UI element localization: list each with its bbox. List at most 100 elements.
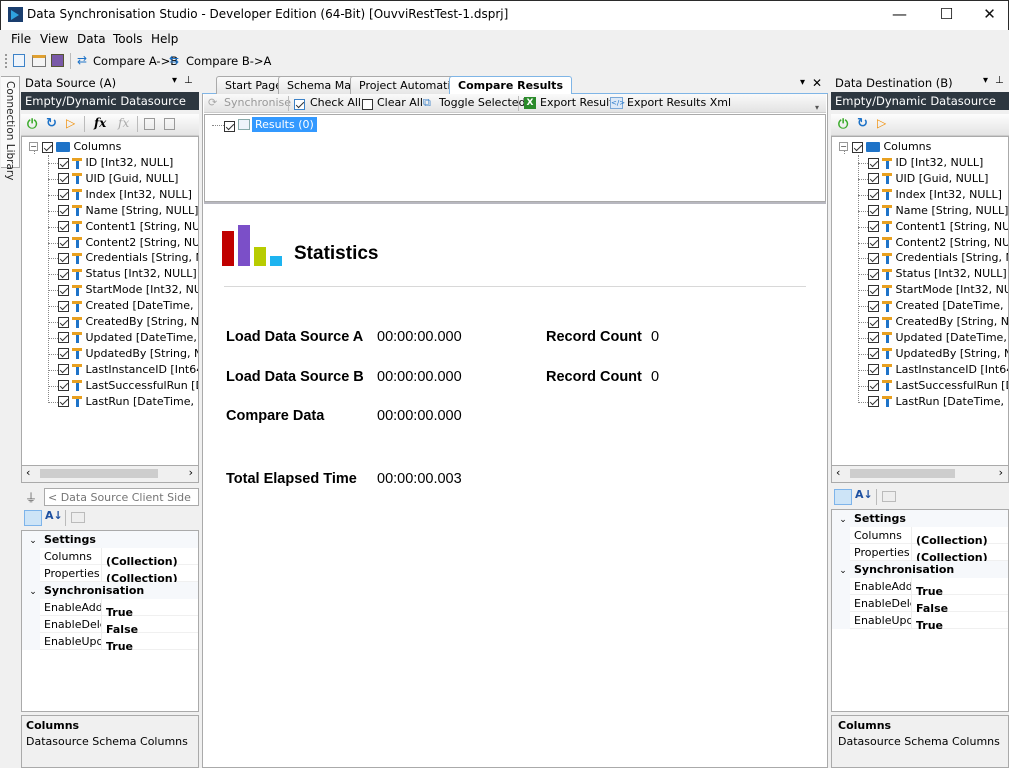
column-checkbox[interactable] (868, 157, 879, 169)
pin-icon[interactable]: ⊥ (184, 75, 193, 86)
property-category[interactable]: ⌄ Settings (22, 531, 198, 548)
column-item[interactable]: LastSuccessfulRun [Dat (58, 378, 198, 394)
close-button[interactable]: ✕ (967, 0, 1009, 30)
property-row[interactable]: EnableAdd True (22, 599, 198, 619)
property-row[interactable]: Properties (Collection) (22, 565, 198, 585)
column-item[interactable]: ID [Int32, NULL] (58, 155, 173, 171)
minimize-button[interactable]: — (877, 0, 922, 30)
column-item[interactable]: CreatedBy [String, NUL (58, 314, 198, 330)
column-checkbox[interactable] (868, 284, 879, 296)
scroll-right-icon[interactable]: › (999, 466, 1003, 479)
column-checkbox[interactable] (868, 205, 879, 217)
column-checkbox[interactable] (868, 173, 879, 185)
property-pages-icon[interactable] (71, 512, 85, 523)
save-icon[interactable] (51, 54, 64, 67)
column-item[interactable]: Content2 [String, NULL (58, 235, 198, 251)
alphabetical-sort-icon[interactable]: A↓ (45, 509, 63, 522)
pin-icon[interactable]: ⊥ (995, 75, 1004, 86)
menu-help[interactable]: Help (151, 32, 178, 46)
run-icon[interactable]: ▷ (66, 116, 75, 130)
categorized-view-icon[interactable] (24, 510, 42, 526)
run-icon[interactable]: ▷ (877, 116, 886, 130)
column-checkbox[interactable] (58, 205, 69, 217)
refresh-icon[interactable]: ↻ (857, 116, 868, 131)
column-item[interactable]: Name [String, NULL] (58, 203, 198, 219)
tree-root-columns[interactable]: Columns (852, 139, 931, 155)
property-pages-icon[interactable] (882, 491, 896, 502)
menu-file[interactable]: File (11, 32, 31, 46)
open-project-icon[interactable] (32, 55, 46, 67)
column-item[interactable]: UID [Guid, NULL] (58, 171, 178, 187)
column-item[interactable]: Content1 [String, NULL (58, 219, 198, 235)
column-item[interactable]: Index [Int32, NULL] (58, 187, 192, 203)
property-value[interactable]: True (912, 619, 943, 632)
column-item[interactable]: LastInstanceID [Int64, N (868, 362, 1008, 378)
toolbar-overflow-icon[interactable]: ▾ (815, 103, 819, 112)
new-project-icon[interactable] (13, 54, 25, 67)
column-item[interactable]: Name [String, NULL] (868, 203, 1008, 219)
column-item[interactable]: LastRun [DateTime, NU (868, 394, 1008, 410)
column-checkbox[interactable] (58, 364, 69, 376)
root-checkbox[interactable] (852, 141, 863, 153)
column-checkbox[interactable] (58, 268, 69, 280)
column-checkbox[interactable] (868, 380, 879, 392)
property-row[interactable]: Columns (Collection) (22, 548, 198, 568)
column-item[interactable]: Created [DateTime, NU (868, 298, 1008, 314)
refresh-icon[interactable]: ↻ (46, 116, 57, 131)
column-item[interactable]: Updated [DateTime, NU (58, 330, 198, 346)
property-row[interactable]: Properties (Collection) (832, 544, 1008, 564)
scroll-right-icon[interactable]: › (189, 466, 193, 479)
tab-compare-results[interactable]: Compare Results (449, 76, 572, 95)
property-category[interactable]: ⌄ Synchronisation (22, 582, 198, 599)
column-checkbox[interactable] (58, 332, 69, 344)
column-checkbox[interactable] (58, 300, 69, 312)
column-checkbox[interactable] (58, 173, 69, 185)
property-row[interactable]: EnableUpdateTrue (832, 612, 1008, 632)
column-item[interactable]: Status [Int32, NULL] (868, 266, 1007, 282)
column-item[interactable]: UpdatedBy [String, NUI (868, 346, 1008, 362)
root-checkbox[interactable] (42, 141, 53, 153)
column-checkbox[interactable] (868, 221, 879, 233)
column-checkbox[interactable] (58, 189, 69, 201)
property-row[interactable]: EnableUpdateTrue (22, 633, 198, 653)
tab-list-dropdown-icon[interactable]: ▾ (800, 77, 805, 88)
paste-schema-icon[interactable] (164, 118, 175, 130)
collapse-toggle[interactable]: − (839, 142, 848, 151)
column-checkbox[interactable] (868, 189, 879, 201)
column-checkbox[interactable] (868, 364, 879, 376)
column-item[interactable]: StartMode [Int32, NULL (58, 282, 198, 298)
column-checkbox[interactable] (868, 396, 879, 407)
export-results-xml-button[interactable]: Export Results Xml (627, 96, 731, 109)
destination-name-bar[interactable]: Empty/Dynamic Datasource (831, 92, 1009, 110)
results-checkbox[interactable] (224, 119, 235, 132)
check-all-button[interactable]: Check All (310, 96, 361, 109)
scroll-left-icon[interactable]: ‹ (836, 466, 840, 479)
column-checkbox[interactable] (58, 237, 69, 248)
menu-data[interactable]: Data (77, 32, 106, 46)
property-row[interactable]: Columns (Collection) (832, 527, 1008, 547)
collapse-toggle[interactable]: − (29, 142, 38, 151)
compare-ba-button[interactable]: Compare B->A (186, 54, 271, 68)
column-item[interactable]: Content1 [String, NULL (868, 219, 1008, 235)
column-item[interactable]: UID [Guid, NULL] (868, 171, 988, 187)
scroll-left-icon[interactable]: ‹ (26, 466, 30, 479)
synchronise-button[interactable]: Synchronise (224, 96, 291, 109)
column-item[interactable]: Credentials [String, NU (868, 250, 1008, 266)
column-item[interactable]: Index [Int32, NULL] (868, 187, 1002, 203)
column-checkbox[interactable] (58, 221, 69, 233)
panel-dropdown-icon[interactable]: ▾ (172, 75, 177, 86)
column-checkbox[interactable] (868, 348, 879, 360)
results-node[interactable]: Results (0) (252, 117, 317, 132)
column-item[interactable]: Updated [DateTime, NU (868, 330, 1008, 346)
maximize-button[interactable]: ☐ (924, 0, 969, 30)
column-checkbox[interactable] (58, 284, 69, 296)
column-checkbox[interactable] (868, 268, 879, 280)
destination-tree-hscroll[interactable]: ‹ › (831, 466, 1009, 483)
tree-root-columns[interactable]: Columns (42, 139, 121, 155)
column-checkbox[interactable] (868, 237, 879, 248)
scroll-thumb[interactable] (850, 469, 955, 478)
column-item[interactable]: LastRun [DateTime, NU (58, 394, 198, 410)
column-item[interactable]: Content2 [String, NULL (868, 235, 1008, 251)
column-item[interactable]: LastSuccessfulRun [Dat (868, 378, 1008, 394)
column-checkbox[interactable] (58, 316, 69, 328)
